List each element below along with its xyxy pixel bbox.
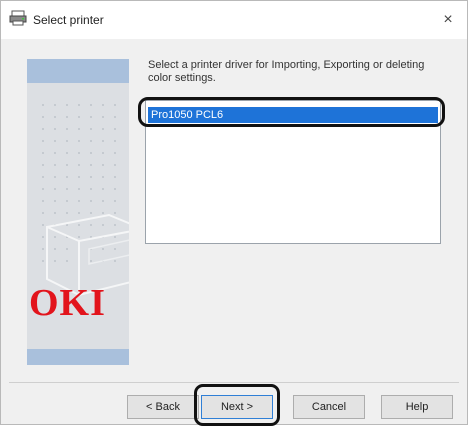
- instruction-text: Select a printer driver for Importing, E…: [148, 59, 425, 84]
- printer-app-icon: [9, 10, 27, 26]
- oki-logo: OKI: [29, 282, 106, 324]
- select-printer-dialog: Select printer × OKI Select a printer dr…: [0, 0, 468, 426]
- cancel-button[interactable]: Cancel: [293, 395, 365, 419]
- banner-bottom-stripe: [27, 349, 129, 365]
- banner-top-stripe: [27, 59, 129, 83]
- window-title: Select printer: [33, 13, 104, 27]
- help-button[interactable]: Help: [381, 395, 453, 419]
- close-icon[interactable]: ×: [437, 9, 459, 31]
- oki-side-banner: OKI: [27, 59, 129, 365]
- footer-divider: [9, 382, 459, 383]
- next-annotation-ring: [194, 384, 280, 426]
- selection-annotation-ring: [138, 97, 445, 127]
- back-button[interactable]: < Back: [127, 395, 199, 419]
- title-bar: Select printer ×: [1, 1, 467, 39]
